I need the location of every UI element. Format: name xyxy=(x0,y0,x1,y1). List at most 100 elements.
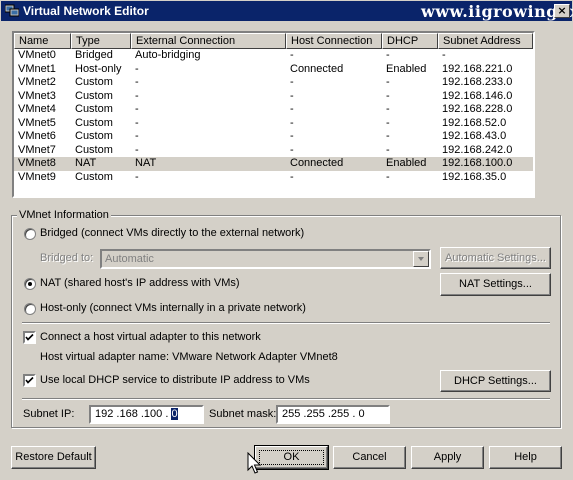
table-row[interactable]: VMnet9 Custom - - - 192.168.35.0 xyxy=(14,171,533,185)
table-cell: - xyxy=(290,103,294,115)
table-cell: - xyxy=(290,89,294,102)
table-cell: 192.168.221.0 xyxy=(442,62,513,75)
separator xyxy=(22,398,550,400)
separator xyxy=(22,322,550,324)
connect-adapter-label[interactable]: Connect a host virtual adapter to this n… xyxy=(40,331,261,343)
connect-adapter-checkbox[interactable] xyxy=(23,331,36,344)
table-cell: - xyxy=(386,116,390,129)
vmnet-list[interactable]: Name Type External Connection Host Conne… xyxy=(12,31,535,198)
table-cell: - xyxy=(290,130,294,142)
table-cell: - xyxy=(135,116,139,129)
table-cell: VMnet1 xyxy=(18,62,56,75)
table-row[interactable]: VMnet3 Custom - - - 192.168.146.0 xyxy=(14,90,533,104)
table-cell: 192.168.43.0 xyxy=(442,130,507,142)
virtual-network-editor-window: Virtual Network Editor www.iigrowing.cn … xyxy=(0,0,573,480)
table-cell: NAT xyxy=(135,157,157,169)
help-button[interactable]: Help xyxy=(489,446,562,469)
table-cell: VMnet6 xyxy=(18,130,56,142)
table-cell: Custom xyxy=(75,130,113,142)
table-cell: - xyxy=(290,143,294,156)
table-cell: - xyxy=(386,170,390,183)
title-bar[interactable]: Virtual Network Editor www.iigrowing.cn … xyxy=(1,1,573,21)
subnet-ip-input[interactable]: 192 .168 .100 . 0 xyxy=(89,405,204,424)
table-cell: VMnet9 xyxy=(18,170,56,183)
table-row[interactable]: VMnet2 Custom - - - 192.168.233.0 xyxy=(14,76,533,90)
table-cell: VMnet5 xyxy=(18,116,56,129)
column-header-host-connection[interactable]: Host Connection xyxy=(286,33,382,49)
column-header-type[interactable]: Type xyxy=(71,33,131,49)
column-header-external-connection[interactable]: External Connection xyxy=(131,33,286,49)
table-row[interactable]: VMnet7 Custom - - - 192.168.242.0 xyxy=(14,144,533,158)
table-row[interactable]: VMnet6 Custom - - - 192.168.43.0 xyxy=(14,130,533,144)
table-cell: - xyxy=(135,76,139,88)
subnet-mask-input[interactable]: 255 .255 .255 . 0 xyxy=(276,405,390,424)
table-cell: 192.168.233.0 xyxy=(442,76,513,88)
list-rows: VMnet0 Bridged Auto-bridging - - - VMnet1 Host-… xyxy=(14,49,533,184)
restore-default-button[interactable]: Restore Default xyxy=(11,446,96,469)
table-cell: 192.168.146.0 xyxy=(442,89,513,102)
table-cell: Enabled xyxy=(386,62,427,75)
table-cell: VMnet7 xyxy=(18,143,56,156)
bridged-label[interactable]: Bridged (connect VMs directly to the ext… xyxy=(40,227,304,239)
list-header: Name Type External Connection Host Conne… xyxy=(14,33,533,49)
table-cell: - xyxy=(135,170,139,183)
table-cell: Bridged xyxy=(75,49,113,61)
table-cell: - xyxy=(386,130,390,142)
bridged-to-value: Automatic xyxy=(105,253,154,265)
column-header-name[interactable]: Name xyxy=(14,33,71,49)
table-cell: - xyxy=(442,49,446,61)
subnet-ip-label: Subnet IP: xyxy=(23,408,75,420)
adapter-name-label: Host virtual adapter name: VMware Networ… xyxy=(40,351,338,363)
table-cell: Custom xyxy=(75,143,113,156)
table-row[interactable]: VMnet5 Custom - - - 192.168.52.0 xyxy=(14,117,533,131)
apply-button[interactable]: Apply xyxy=(411,446,484,469)
table-cell: Custom xyxy=(75,116,113,129)
host-only-radio[interactable] xyxy=(24,303,36,315)
table-cell: - xyxy=(290,170,294,183)
column-header-subnet-address[interactable]: Subnet Address xyxy=(438,33,533,49)
nat-radio[interactable] xyxy=(24,278,36,290)
host-only-label[interactable]: Host-only (connect VMs internally in a p… xyxy=(40,302,306,314)
table-cell: Custom xyxy=(75,89,113,102)
table-cell: VMnet3 xyxy=(18,89,56,102)
dhcp-checkbox[interactable] xyxy=(23,374,36,387)
table-cell: - xyxy=(386,89,390,102)
close-icon: × xyxy=(557,4,567,17)
automatic-settings-button[interactable]: Automatic Settings... xyxy=(440,247,551,269)
table-cell: Connected xyxy=(290,62,344,75)
ok-button[interactable]: OK xyxy=(254,445,329,470)
bridged-to-dropdown[interactable]: Automatic xyxy=(100,249,431,269)
table-cell: Custom xyxy=(75,170,113,183)
table-row[interactable]: VMnet0 Bridged Auto-bridging - - - xyxy=(14,49,533,63)
dhcp-settings-button[interactable]: DHCP Settings... xyxy=(440,370,551,392)
cancel-button[interactable]: Cancel xyxy=(333,446,406,469)
nat-label[interactable]: NAT (shared host's IP address with VMs) xyxy=(40,277,240,289)
table-cell: VMnet4 xyxy=(18,103,56,115)
table-cell: VMnet0 xyxy=(18,49,56,61)
chevron-down-icon[interactable] xyxy=(413,251,429,267)
vmnet-information-legend: VMnet Information xyxy=(17,209,111,221)
watermark-text: www.iigrowing.cn xyxy=(421,2,573,21)
bridged-radio[interactable] xyxy=(24,228,36,240)
nat-settings-button[interactable]: NAT Settings... xyxy=(440,273,551,296)
table-row[interactable]: VMnet8 NAT NAT Connected Enabled 192.168.100.… xyxy=(14,157,533,171)
table-row[interactable]: VMnet1 Host-only - Connected Enabled 192.168.… xyxy=(14,63,533,77)
dhcp-label[interactable]: Use local DHCP service to distribute IP … xyxy=(40,374,310,386)
table-cell: Connected xyxy=(290,157,344,169)
subnet-ip-selected-octet: 0 xyxy=(171,408,178,420)
column-header-dhcp[interactable]: DHCP xyxy=(382,33,438,49)
table-cell: Host-only xyxy=(75,62,122,75)
checkmark-icon xyxy=(25,333,34,341)
table-cell: - xyxy=(135,103,139,115)
table-cell: - xyxy=(135,62,139,75)
table-row[interactable]: VMnet4 Custom - - - 192.168.228.0 xyxy=(14,103,533,117)
table-cell: - xyxy=(386,76,390,88)
network-editor-icon xyxy=(5,4,19,17)
table-cell: - xyxy=(290,116,294,129)
close-button[interactable]: × xyxy=(554,4,570,18)
table-cell: - xyxy=(290,49,294,61)
subnet-ip-value: 192 .168 .100 . xyxy=(95,408,172,420)
bridged-to-label: Bridged to: xyxy=(40,252,94,264)
table-cell: - xyxy=(386,143,390,156)
table-cell: - xyxy=(386,49,390,61)
